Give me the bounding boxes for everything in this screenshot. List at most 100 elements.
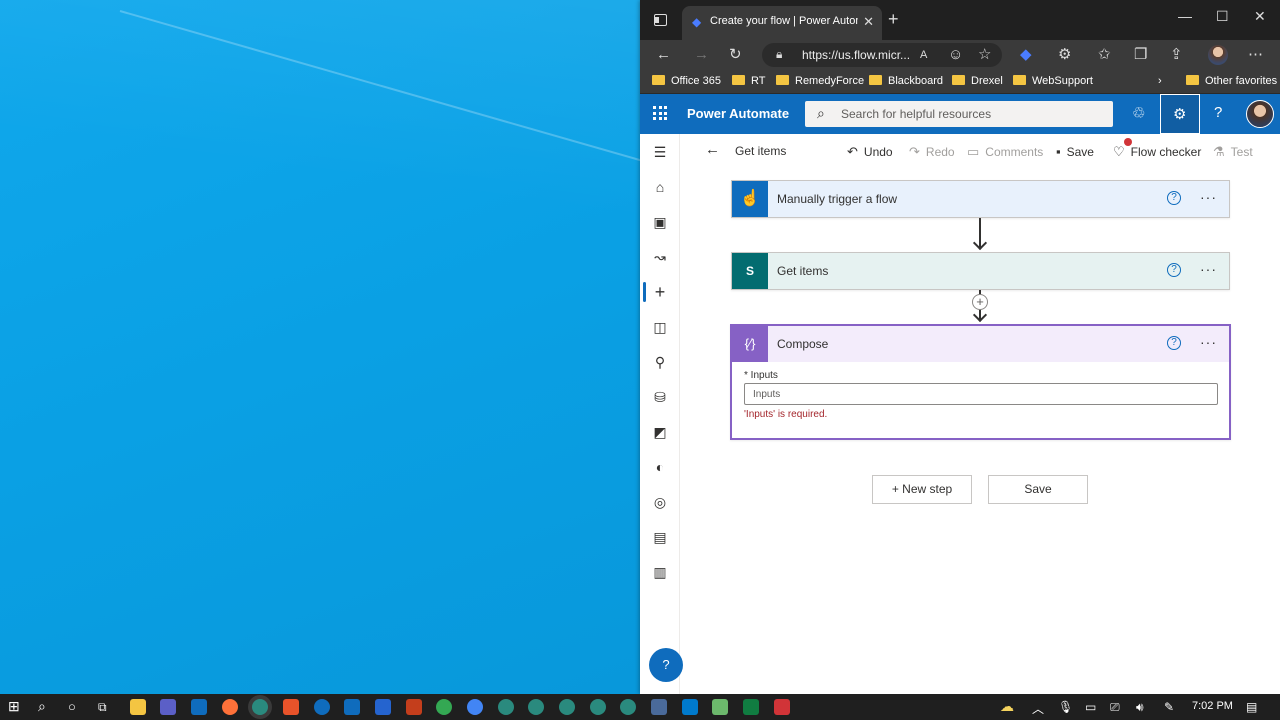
edge-5-icon[interactable] [620,699,636,715]
favorite-other[interactable]: Other favorites [1186,75,1277,87]
favorite-star-icon[interactable]: ☆ [978,46,991,64]
excel-icon[interactable] [743,699,759,715]
close-window-icon[interactable]: ✕ [1254,8,1266,25]
favorite-blackboard[interactable]: Blackboard [869,75,943,87]
chrome-icon[interactable] [436,699,452,715]
action-items-icon[interactable]: ▣ [652,214,668,231]
ai-builder-icon[interactable]: ◐ [652,459,668,475]
hamburger-menu-icon[interactable]: ☰ [652,144,668,161]
step-card-get-items[interactable]: S Get items ? ··· [731,252,1230,290]
forward-icon[interactable]: → [694,46,709,64]
tracking-icon[interactable]: ☺ [948,46,963,64]
learn-icon[interactable]: ▥ [652,564,668,581]
cortana-icon[interactable]: ○ [68,699,76,714]
back-arrow-icon[interactable]: ← [705,141,720,158]
outlook-icon[interactable] [191,699,207,715]
favorites-overflow-chevron-icon[interactable]: › [1158,75,1162,87]
new-tab-icon[interactable]: + [888,9,899,30]
edge-4-icon[interactable] [590,699,606,715]
environments-icon[interactable]: ♲ [1132,104,1145,122]
snagit-icon[interactable] [774,699,790,715]
share-icon[interactable]: ⇪ [1170,46,1183,64]
edge-active-icon[interactable] [252,699,268,715]
task-view-icon[interactable]: ⧉ [98,700,107,715]
more-options-icon[interactable]: ··· [1200,261,1217,277]
step-card-compose[interactable]: {⁄} Compose ? ··· * Inputs Inputs 'Input… [730,324,1231,440]
app-title[interactable]: Power Automate [687,106,789,121]
file-explorer-icon[interactable] [130,699,146,715]
address-bar[interactable]: 🔒︎ https://us.flow.micr... [762,43,1002,67]
data-icon[interactable]: ⛁ [652,389,668,406]
test-button[interactable]: ⚗ Test [1213,144,1253,160]
firefox-icon[interactable] [222,699,238,715]
start-icon[interactable]: ⊞ [8,698,20,715]
connectors-icon[interactable]: ⚲ [652,354,668,371]
help-circle-icon[interactable]: ? [1167,191,1181,205]
flow-checker-button[interactable]: ♡ Flow checker [1113,144,1201,160]
power-automate-desktop-icon[interactable] [651,699,667,715]
notepad-plus-icon[interactable] [712,699,728,715]
close-tab-icon[interactable]: ✕ [863,14,874,30]
home-icon[interactable]: ⌂ [652,179,668,195]
pen-icon[interactable]: ✎ [1164,700,1174,714]
favorite-drexel[interactable]: Drexel [952,75,1003,87]
app-launcher-icon[interactable] [653,106,667,120]
favorite-remedyforce[interactable]: RemedyForce [776,75,864,87]
create-icon[interactable]: + [652,282,668,303]
help-circle-icon[interactable]: ? [1167,263,1181,277]
my-flows-icon[interactable]: ↝ [652,249,668,266]
back-icon[interactable]: ← [656,46,671,64]
chrome-2-icon[interactable] [467,699,483,715]
app-red-icon[interactable] [406,699,422,715]
minimize-icon[interactable]: — [1178,8,1192,24]
browser-tab[interactable]: ◆ Create your flow | Power Automate ✕ [682,6,882,40]
maximize-icon[interactable]: ☐ [1216,8,1229,25]
virtual-agent-help-button[interactable]: ? [649,648,683,682]
step-card-trigger[interactable]: ☝ Manually trigger a flow ? ··· [731,180,1230,218]
app-icon[interactable] [283,699,299,715]
comments-button[interactable]: ▭ Comments [967,144,1043,160]
settings-button[interactable]: ⚙ [1160,94,1200,134]
tab-actions-icon[interactable] [654,14,667,26]
teams-icon[interactable] [160,699,176,715]
refresh-icon[interactable]: ↻ [729,46,742,64]
edge-2-icon[interactable] [528,699,544,715]
todo-icon[interactable] [375,699,391,715]
help-icon[interactable]: ? [1214,104,1222,121]
search-taskbar-icon[interactable]: ⌕ [38,698,46,715]
redo-button[interactable]: ↷ Redo [909,144,955,160]
collections-icon[interactable]: ❐ [1134,46,1147,64]
weather-icon[interactable]: ☁ [1000,698,1014,715]
network-icon[interactable]: ⎚ [1110,700,1120,715]
battery-icon[interactable]: ▭ [1085,700,1096,714]
process-advisor-icon[interactable]: ◎ [652,494,668,511]
new-step-button[interactable]: + New step [872,475,972,504]
favorite-rt[interactable]: RT [732,75,765,87]
favorites-icon[interactable]: ✩ [1098,46,1111,64]
browser-menu-icon[interactable]: ⋯ [1248,46,1263,64]
search-box[interactable]: ⌕ Search for helpful resources [805,101,1113,127]
edge-3-icon[interactable] [559,699,575,715]
inputs-field[interactable]: Inputs [744,383,1218,405]
microphone-icon[interactable]: 🎙︎ [1058,700,1073,714]
show-hidden-icons-chevron-icon[interactable]: ︿ [1032,700,1044,717]
templates-icon[interactable]: ◫ [652,319,668,336]
clock[interactable]: 7:02 PM [1192,700,1233,712]
more-options-icon[interactable]: ··· [1200,189,1217,205]
extensions-icon[interactable]: ⚙ [1058,46,1071,64]
favorite-office365[interactable]: Office 365 [652,75,721,87]
outlook-2-icon[interactable] [344,699,360,715]
read-aloud-icon[interactable]: A [920,46,927,64]
more-options-icon[interactable]: ··· [1200,334,1217,350]
edge-icon[interactable] [498,699,514,715]
power-automate-extension-icon[interactable]: ◆ [1020,46,1032,64]
undo-button[interactable]: ↶ Undo [847,144,893,160]
browser-profile-avatar[interactable] [1208,45,1228,65]
save-command-button[interactable]: ▪ Save [1056,144,1094,159]
monitor-icon[interactable]: ◩ [652,424,668,441]
vscode-icon[interactable] [682,699,698,715]
notifications-icon[interactable]: ▤ [1246,700,1257,714]
favorite-websupport[interactable]: WebSupport [1013,75,1093,87]
save-button[interactable]: Save [988,475,1088,504]
user-avatar[interactable] [1246,100,1274,128]
